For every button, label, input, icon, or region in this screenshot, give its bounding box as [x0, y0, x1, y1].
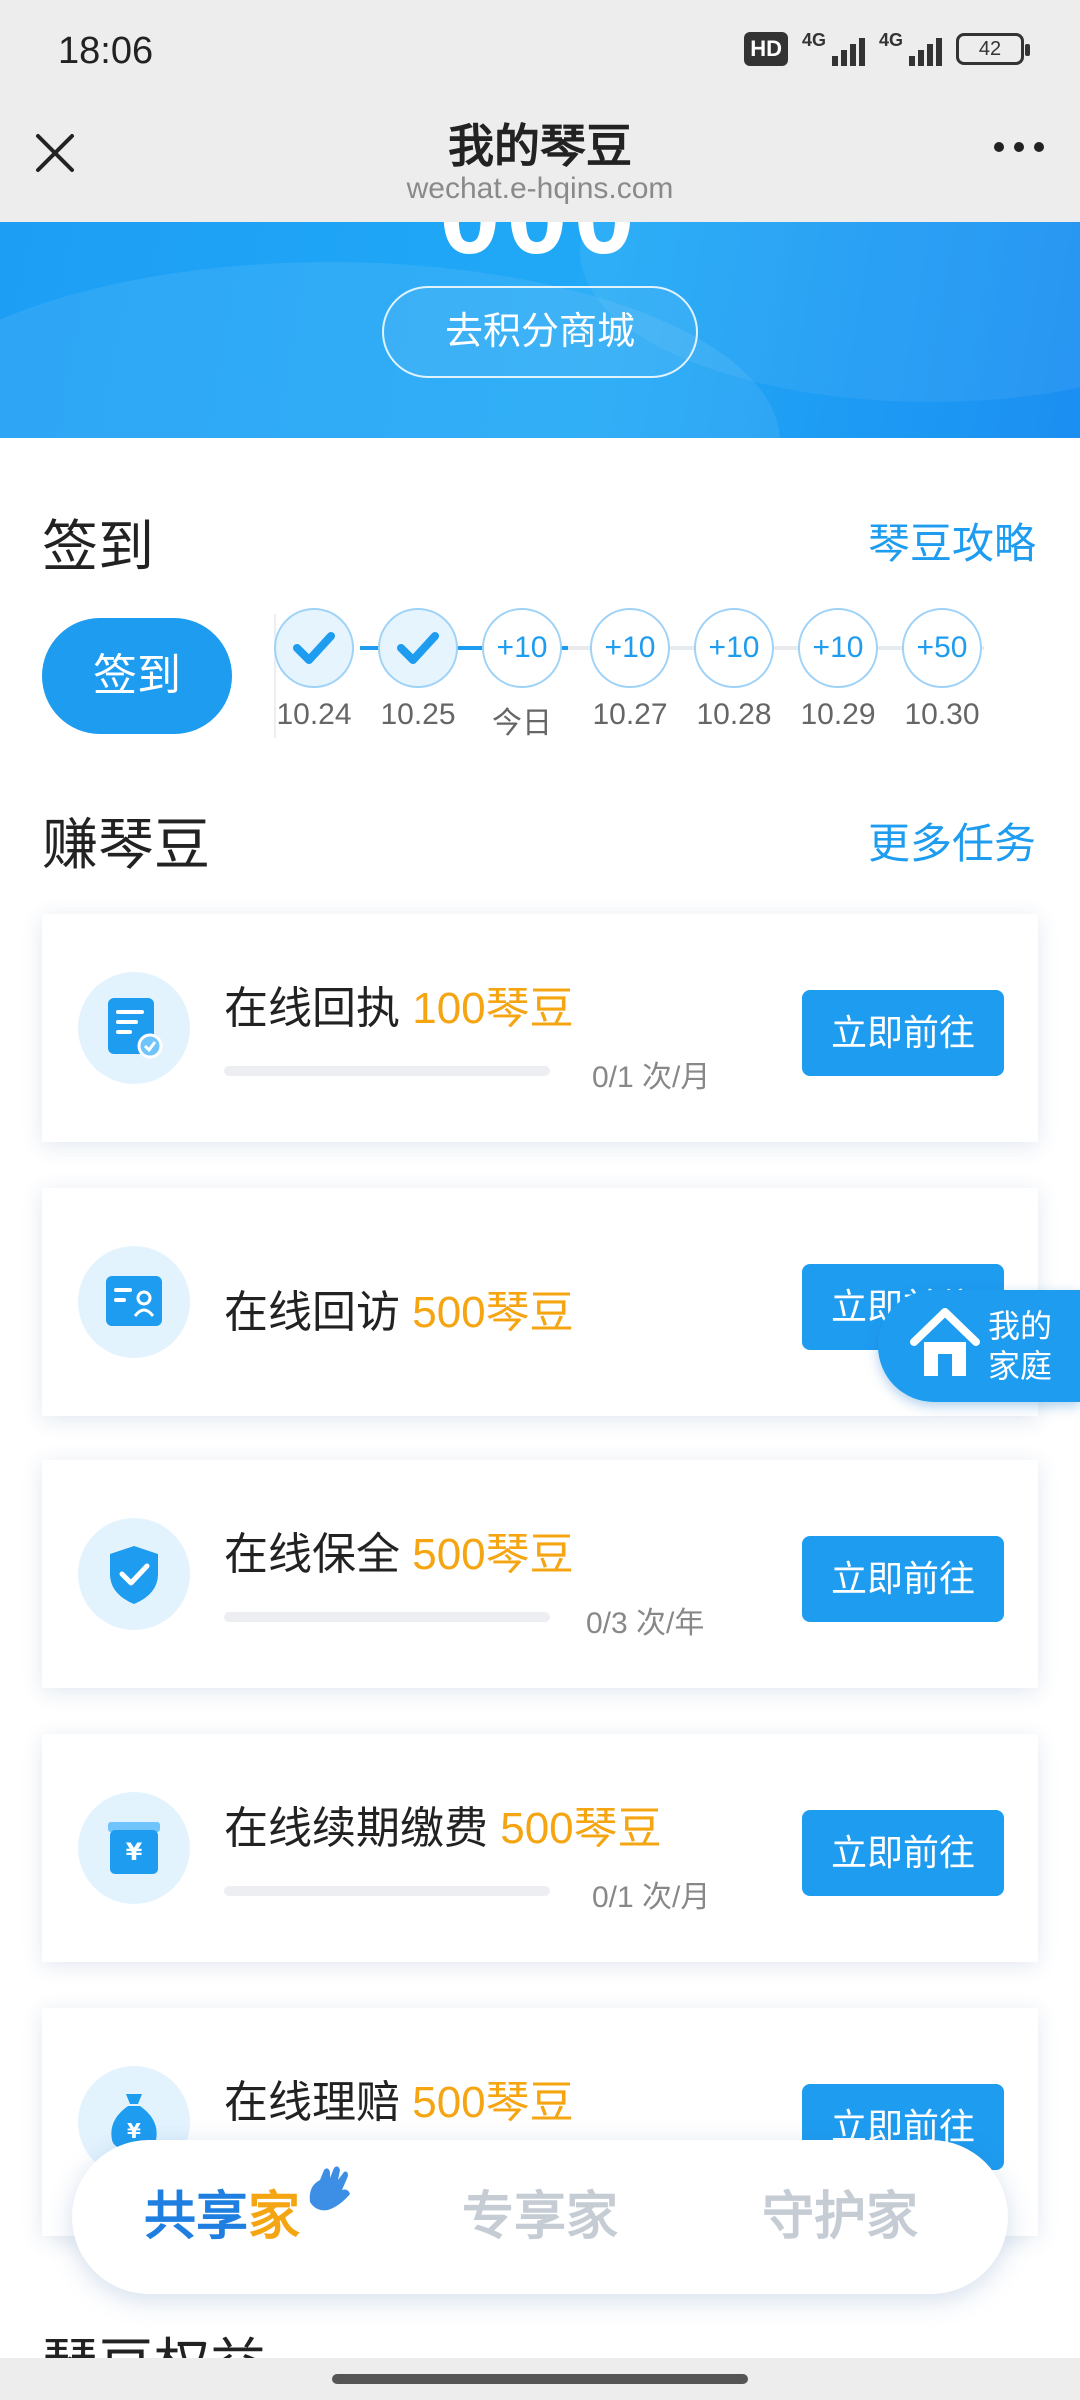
battery-icon: 42: [956, 33, 1030, 65]
checkin-day: +50 10.30: [897, 608, 987, 732]
task-title: 在线续期缴费 500琴豆: [224, 1804, 662, 1853]
my-family-label: 我的 家庭: [988, 1308, 1053, 1384]
task-icon-bg: [78, 1246, 190, 1358]
checked-day-icon: [378, 608, 458, 688]
task-go-button[interactable]: 立即前往: [802, 1536, 1004, 1622]
wave-hand-icon: [309, 2166, 350, 2211]
task-points: 500琴豆: [412, 1530, 574, 1579]
status-icons: HD 4G 4G 42: [744, 30, 1030, 66]
checkin-day-date: 10.28: [696, 698, 772, 731]
points-guide-link[interactable]: 琴豆攻略: [868, 510, 1036, 571]
main-content: 签到 琴豆攻略 签到 10.24 10.25 +10 今日 +10 10.27 +10 10.…: [0, 438, 1080, 2400]
checkin-title: 签到: [42, 515, 154, 578]
task-count: 0/1 次/月: [592, 1061, 711, 1094]
task-card: ¥ 在线续期缴费 500琴豆 0/1 次/月 立即前往: [42, 1734, 1038, 1962]
check-icon: [397, 632, 439, 664]
task-points: 500琴豆: [500, 1804, 662, 1853]
task-points: 100琴豆: [412, 984, 574, 1033]
task-icon-bg: ¥: [78, 1792, 190, 1904]
checkin-day: 10.24: [269, 608, 359, 732]
checkin-day-date: 10.29: [800, 698, 876, 731]
page-title: 我的琴豆: [448, 120, 632, 172]
task-points: 500琴豆: [412, 1288, 574, 1337]
task-title: 在线理赔 500琴豆: [224, 2078, 574, 2127]
checkin-day: 10.25: [373, 608, 463, 732]
task-card: 在线回访 500琴豆 立即前往: [42, 1188, 1038, 1416]
tab-exclusive-home[interactable]: 专享家: [390, 2140, 690, 2294]
network-type-label: 4G: [802, 30, 827, 50]
day-reward-badge: +10: [798, 608, 878, 688]
signal-icon-2: 4G: [879, 30, 942, 66]
checkin-day-date: 10.30: [904, 698, 980, 731]
hd-voice-icon: HD: [744, 32, 788, 66]
yuan-box-icon: ¥: [108, 1822, 160, 1874]
task-count: 0/1 次/月: [592, 1881, 711, 1914]
check-icon: [293, 632, 335, 664]
task-progress-bar: [224, 1066, 550, 1076]
task-card: 在线回执 100琴豆 0/1 次/月 立即前往: [42, 914, 1038, 1142]
task-title: 在线回执 100琴豆: [224, 984, 574, 1033]
points-mall-button[interactable]: 去积分商城: [382, 286, 698, 378]
shield-icon: [110, 1546, 158, 1604]
svg-text:¥: ¥: [126, 1838, 143, 1866]
checkin-day-date: 今日: [492, 707, 552, 740]
day-reward-badge: +50: [902, 608, 982, 688]
task-title: 在线保全 500琴豆: [224, 1530, 574, 1579]
checkin-day: +10 10.28: [689, 608, 779, 732]
task-title: 在线回访 500琴豆: [224, 1288, 574, 1337]
home-indicator: [332, 2374, 748, 2384]
earn-title: 赚琴豆: [42, 813, 210, 876]
day-reward-badge: +10: [590, 608, 670, 688]
receipt-icon: [108, 998, 163, 1059]
task-count: 0/3 次/年: [586, 1607, 705, 1640]
day-reward-badge: +10: [482, 608, 562, 688]
task-progress-bar: [224, 1886, 550, 1896]
task-progress-bar: [224, 1612, 550, 1622]
checkin-day: +10 10.29: [793, 608, 883, 732]
visit-card-icon: [106, 1276, 162, 1326]
points-banner: 000 去积分商城: [0, 222, 1080, 438]
page-domain: wechat.e-hqins.com: [406, 172, 674, 205]
bottom-tab-bar: 共享家 专享家 守护家: [72, 2140, 1008, 2294]
checkin-day-date: 10.24: [276, 698, 352, 731]
checkin-day-date: 10.25: [380, 698, 456, 731]
checkin-day: +10 今日: [477, 608, 567, 742]
task-points: 500琴豆: [412, 2078, 574, 2127]
checkin-day-date: 10.27: [592, 698, 668, 731]
more-dot-icon: [994, 142, 1004, 152]
points-balance: 000: [0, 222, 1080, 279]
checkin-button[interactable]: 签到: [42, 618, 232, 734]
task-go-button[interactable]: 立即前往: [802, 1810, 1004, 1896]
checked-day-icon: [274, 608, 354, 688]
signal-icon: 4G: [802, 30, 865, 66]
more-menu-button[interactable]: [994, 142, 1044, 152]
task-icon-bg: [78, 972, 190, 1084]
task-icon-bg: [78, 1518, 190, 1630]
nav-bar: 我的琴豆 wechat.e-hqins.com: [0, 100, 1080, 222]
status-time: 18:06: [58, 30, 154, 72]
tab-guard-home[interactable]: 守护家: [690, 2140, 990, 2294]
gesture-bar: [0, 2358, 1080, 2400]
house-icon: [910, 1308, 980, 1376]
task-card: 在线保全 500琴豆 0/3 次/年 立即前往: [42, 1460, 1038, 1688]
checkin-day: +10 10.27: [585, 608, 675, 732]
my-family-button[interactable]: 我的 家庭: [878, 1290, 1080, 1402]
day-reward-badge: +10: [694, 608, 774, 688]
network-type-label-2: 4G: [879, 30, 904, 50]
status-bar: 18:06 HD 4G 4G 42: [0, 0, 1080, 100]
task-go-button[interactable]: 立即前往: [802, 990, 1004, 1076]
more-tasks-link[interactable]: 更多任务: [868, 810, 1036, 871]
